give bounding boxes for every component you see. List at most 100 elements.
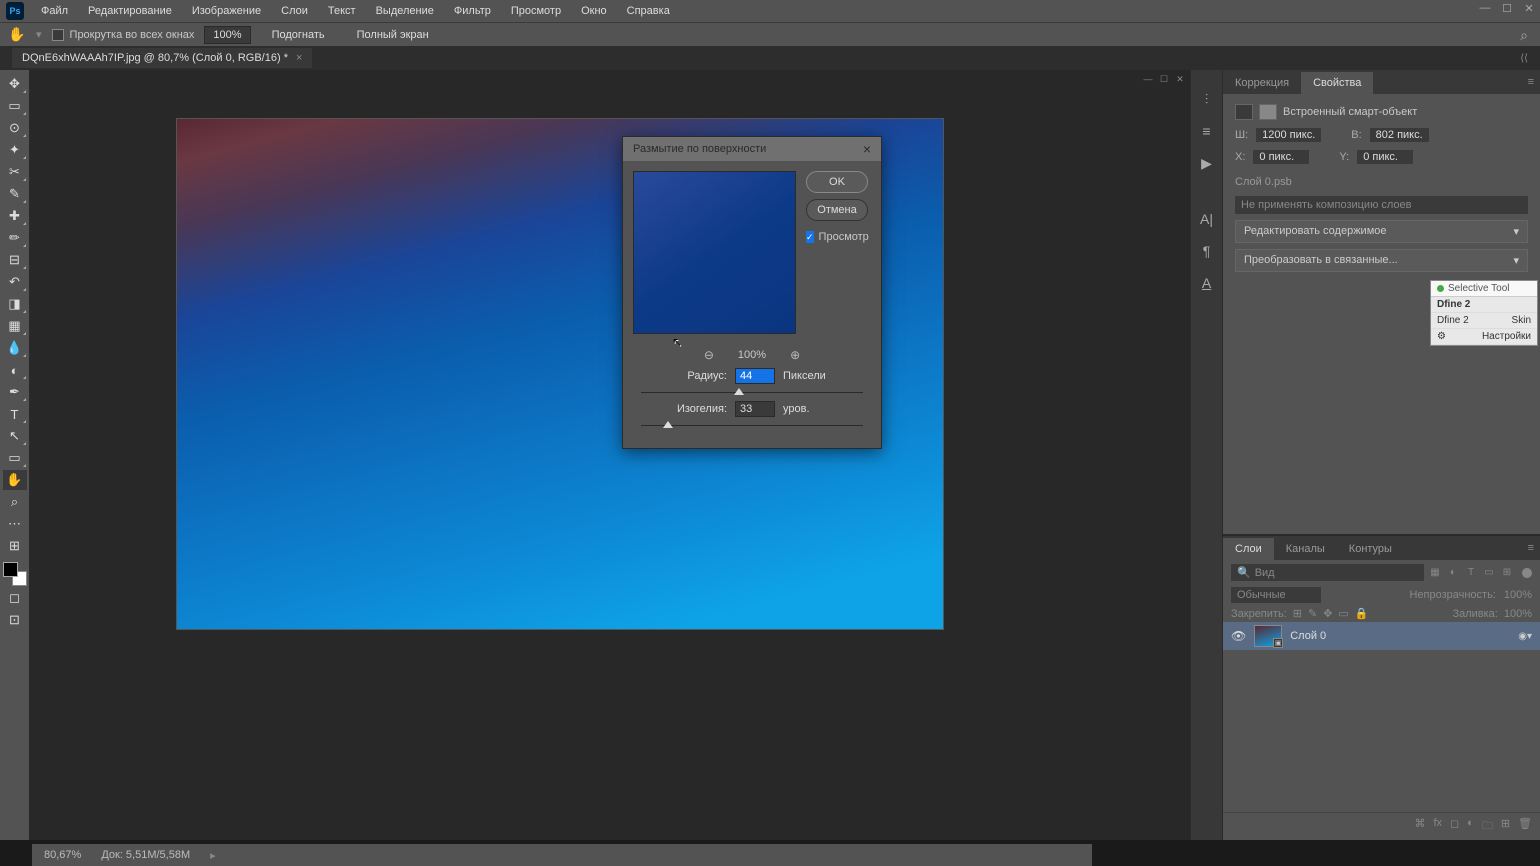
dock-character-icon[interactable]: A| <box>1196 210 1218 228</box>
zoom-out-icon[interactable]: ⊖ <box>704 348 714 362</box>
filter-text-icon[interactable]: T <box>1464 566 1478 580</box>
status-zoom[interactable]: 80,67% <box>44 849 81 861</box>
search-icon[interactable]: ⌕ <box>1520 27 1528 44</box>
visibility-icon[interactable]: 👁 <box>1231 629 1246 643</box>
blend-mode-dropdown[interactable]: Обычные <box>1231 587 1321 603</box>
shape-tool[interactable]: ▭ <box>3 448 27 468</box>
eraser-tool[interactable]: ◨ <box>3 294 27 314</box>
mask-icon[interactable]: ◻ <box>1450 817 1459 836</box>
comp-dropdown[interactable]: Не применять композицию слоев <box>1235 196 1528 214</box>
menu-filter[interactable]: Фильтр <box>445 2 500 20</box>
type-tool[interactable]: T <box>3 404 27 424</box>
menu-select[interactable]: Выделение <box>367 2 443 20</box>
opacity-value[interactable]: 100% <box>1504 589 1532 601</box>
doc-close-icon[interactable]: ✕ <box>1174 74 1186 86</box>
width-value[interactable]: 1200 пикс. <box>1256 128 1321 142</box>
convert-linked-button[interactable]: Преобразовать в связанные...▾ <box>1235 249 1528 272</box>
dialog-preview[interactable] <box>633 171 796 334</box>
document-tab[interactable]: DQnE6xhWAAAh7IP.jpg @ 80,7% (Слой 0, RGB… <box>12 48 312 68</box>
dock-brushes-icon[interactable]: ⫶ <box>1196 90 1218 108</box>
crop-tool[interactable]: ✂ <box>3 162 27 182</box>
minimize-icon[interactable]: — <box>1478 2 1492 16</box>
edit-contents-button[interactable]: Редактировать содержимое▾ <box>1235 220 1528 243</box>
fullscreen-button[interactable]: Полный экран <box>346 25 440 45</box>
layer-thumbnail[interactable]: ▣ <box>1254 625 1282 647</box>
dodge-tool[interactable]: ◐ <box>3 360 27 380</box>
fit-button[interactable]: Подогнать <box>261 25 336 45</box>
status-docsize[interactable]: Док: 5,51M/5,58M <box>101 849 190 861</box>
filter-toggle[interactable] <box>1522 568 1532 578</box>
zoom-in-icon[interactable]: ⊕ <box>790 348 800 362</box>
canvas-area[interactable]: — ☐ ✕ <box>30 70 1190 840</box>
layer-row-0[interactable]: 👁 ▣ Слой 0 ◉▾ <box>1223 622 1540 650</box>
wand-tool[interactable]: ✦ <box>3 140 27 160</box>
cancel-button[interactable]: Отмена <box>806 199 868 221</box>
zoom-tool[interactable]: ⌕ <box>3 492 27 512</box>
dialog-close-icon[interactable]: × <box>863 141 871 157</box>
maximize-icon[interactable]: ☐ <box>1500 2 1514 16</box>
smart-filter-icon[interactable]: ◉▾ <box>1518 631 1532 642</box>
radius-input[interactable]: 44 <box>735 368 775 384</box>
dock-glyphs-icon[interactable]: A <box>1196 274 1218 292</box>
filter-smart-icon[interactable]: ⊞ <box>1500 566 1514 580</box>
quickmask-tool[interactable]: ◻ <box>3 588 27 608</box>
lasso-tool[interactable]: ⊙ <box>3 118 27 138</box>
menu-text[interactable]: Текст <box>319 2 365 20</box>
trash-icon[interactable]: 🗑 <box>1518 817 1532 836</box>
close-tab-icon[interactable]: × <box>296 52 302 64</box>
marquee-tool[interactable]: ▭ <box>3 96 27 116</box>
color-swatches[interactable] <box>3 562 27 586</box>
adjustment-icon[interactable]: ◐ <box>1467 817 1474 836</box>
dock-play-icon[interactable]: ▶ <box>1196 154 1218 172</box>
path-select-tool[interactable]: ↖ <box>3 426 27 446</box>
group-icon[interactable]: 🗀 <box>1482 817 1493 836</box>
layer-filter-dropdown[interactable]: 🔍 Вид <box>1231 564 1424 581</box>
screenmode-tool[interactable]: ⊡ <box>3 610 27 630</box>
lock-all-icon[interactable]: ⊞ <box>1293 607 1302 620</box>
history-brush-tool[interactable]: ↶ <box>3 272 27 292</box>
blur-tool[interactable]: 💧 <box>3 338 27 358</box>
fx-icon[interactable]: fx <box>1433 817 1442 836</box>
menu-edit[interactable]: Редактирование <box>79 2 181 20</box>
x-value[interactable]: 0 пикс. <box>1253 150 1309 164</box>
scroll-all-checkbox[interactable]: Прокрутка во всех окнах <box>52 29 195 41</box>
fill-value[interactable]: 100% <box>1504 608 1532 620</box>
filter-adjust-icon[interactable]: ◐ <box>1446 566 1460 580</box>
lock-artboard-icon[interactable]: ▭ <box>1338 607 1348 620</box>
new-layer-icon[interactable]: ⊞ <box>1501 817 1510 836</box>
brush-tool[interactable]: ✏ <box>3 228 27 248</box>
zoom-display[interactable]: 100% <box>204 26 250 44</box>
menu-file[interactable]: Файл <box>32 2 77 20</box>
lock-icon[interactable]: 🔒 <box>1355 607 1369 620</box>
tab-correction[interactable]: Коррекция <box>1223 72 1301 94</box>
isohelia-slider[interactable] <box>641 425 863 426</box>
doc-maximize-icon[interactable]: ☐ <box>1158 74 1170 86</box>
menu-image[interactable]: Изображение <box>183 2 270 20</box>
tab-properties[interactable]: Свойства <box>1301 72 1373 94</box>
dock-paragraph-icon[interactable]: ≡ <box>1196 122 1218 140</box>
lock-position-icon[interactable]: ✥ <box>1323 607 1332 620</box>
doc-minimize-icon[interactable]: — <box>1142 74 1154 86</box>
radius-slider[interactable] <box>641 392 863 393</box>
dock-paragraph2-icon[interactable]: ¶ <box>1196 242 1218 260</box>
menu-window[interactable]: Окно <box>572 2 616 20</box>
isohelia-input[interactable]: 33 <box>735 401 775 417</box>
menu-view[interactable]: Просмотр <box>502 2 570 20</box>
more-tools[interactable]: ⋯ <box>3 514 27 534</box>
lock-pixels-icon[interactable]: ✎ <box>1308 607 1317 620</box>
height-value[interactable]: 802 пикс. <box>1370 128 1429 142</box>
y-value[interactable]: 0 пикс. <box>1357 150 1413 164</box>
layers-menu-icon[interactable]: ≡ <box>1528 542 1534 554</box>
edit-toolbar[interactable]: ⊞ <box>3 536 27 556</box>
heal-tool[interactable]: ✚ <box>3 206 27 226</box>
move-tool[interactable]: ✥ <box>3 74 27 94</box>
pen-tool[interactable]: ✒ <box>3 382 27 402</box>
ok-button[interactable]: OK <box>806 171 868 193</box>
filter-pixel-icon[interactable]: ▦ <box>1428 566 1442 580</box>
menu-help[interactable]: Справка <box>618 2 679 20</box>
selective-tool-panel[interactable]: Selective Tool Dfine 2 Dfine 2Skin ⚙Наст… <box>1430 280 1538 346</box>
panel-menu-icon[interactable]: ≡ <box>1528 76 1534 88</box>
filter-shape-icon[interactable]: ▭ <box>1482 566 1496 580</box>
link-layers-icon[interactable]: ⌘ <box>1414 817 1425 836</box>
menu-layers[interactable]: Слои <box>272 2 317 20</box>
